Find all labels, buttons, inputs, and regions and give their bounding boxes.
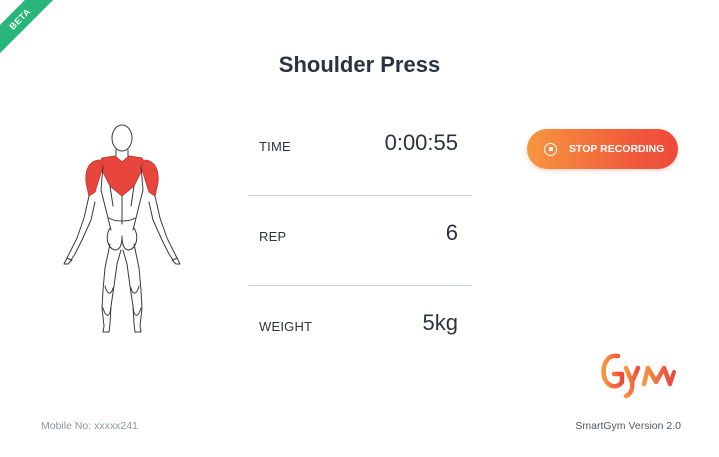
- muscle-diagram-figure: [63, 124, 181, 333]
- stat-row-rep: REP 6: [248, 196, 472, 286]
- stop-recording-label: STOP RECORDING: [569, 143, 665, 155]
- rep-label: REP: [259, 229, 287, 244]
- exercise-title: Shoulder Press: [278, 52, 441, 77]
- trapezius-highlight: [98, 155, 146, 197]
- stat-row-time: TIME 0:00:55: [248, 106, 472, 196]
- weight-value: 5kg: [422, 310, 458, 335]
- workout-stats-panel: TIME 0:00:55 REP 6 WEIGHT 5kg: [248, 106, 472, 376]
- stop-recording-button[interactable]: STOP RECORDING: [527, 129, 678, 169]
- smartgym-logo: [601, 353, 676, 399]
- weight-label: WEIGHT: [259, 319, 313, 334]
- stop-circle-icon: [544, 142, 557, 156]
- time-value: 0:00:55: [384, 130, 458, 155]
- app-version: SmartGym Version 2.0: [575, 420, 681, 432]
- mobile-number: Mobile No: xxxxx241: [41, 420, 138, 432]
- right-deltoid-highlight: [140, 159, 159, 197]
- stat-row-weight: WEIGHT 5kg: [248, 286, 472, 376]
- rep-value: 6: [445, 220, 458, 245]
- left-deltoid-highlight: [85, 159, 104, 197]
- time-label: TIME: [259, 139, 291, 154]
